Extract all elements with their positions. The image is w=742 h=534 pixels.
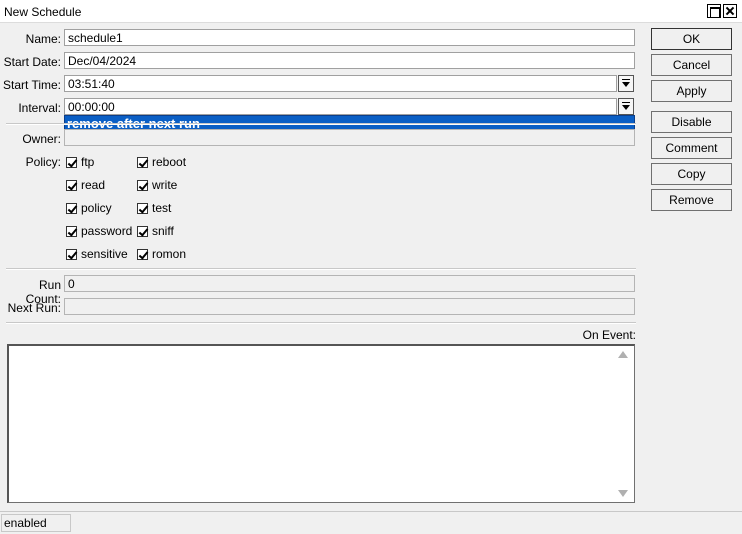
window-title: New Schedule <box>4 5 82 19</box>
policy-sensitive-checkbox[interactable]: sensitive <box>66 247 128 261</box>
next-run-field <box>64 298 635 315</box>
check-icon <box>137 225 148 237</box>
on-event-label: On Event: <box>582 328 636 342</box>
scroll-down-icon[interactable] <box>618 490 628 497</box>
policy-policy-checkbox[interactable]: policy <box>66 201 112 215</box>
cancel-button[interactable]: Cancel <box>651 54 732 76</box>
policy-read-checkbox[interactable]: read <box>66 178 105 192</box>
disable-button[interactable]: Disable <box>651 111 732 133</box>
title-bar: New Schedule <box>0 0 742 23</box>
policy-password-checkbox[interactable]: password <box>66 224 132 238</box>
check-icon <box>137 156 148 168</box>
interval-label: Interval: <box>18 101 61 115</box>
start-time-dropdown-icon[interactable] <box>618 75 634 92</box>
policy-romon-checkbox[interactable]: romon <box>137 247 186 261</box>
policy-sniff-checkbox[interactable]: sniff <box>137 224 174 238</box>
name-label: Name: <box>25 32 61 46</box>
check-icon <box>137 179 148 191</box>
check-icon <box>137 202 148 214</box>
policy-label: Policy: <box>25 155 61 169</box>
start-date-label: Start Date: <box>3 55 61 69</box>
ok-button[interactable]: OK <box>651 28 732 50</box>
remove-button[interactable]: Remove <box>651 189 732 211</box>
copy-button[interactable]: Copy <box>651 163 732 185</box>
divider <box>6 268 636 270</box>
policy-test-checkbox[interactable]: test <box>137 201 171 215</box>
next-run-label: Next Run: <box>7 301 61 315</box>
divider <box>6 123 636 125</box>
check-icon <box>66 225 77 237</box>
interval-dropdown-icon[interactable] <box>618 98 634 115</box>
owner-label: Owner: <box>22 132 61 146</box>
policy-ftp-checkbox[interactable]: ftp <box>66 155 94 169</box>
status-bar: enabled <box>0 511 742 534</box>
name-input[interactable]: schedule1 <box>64 29 635 46</box>
divider <box>6 322 636 324</box>
scroll-up-icon[interactable] <box>618 351 628 358</box>
check-icon <box>137 248 148 260</box>
apply-button[interactable]: Apply <box>651 80 732 102</box>
close-icon[interactable] <box>723 4 737 18</box>
check-icon <box>66 202 77 214</box>
policy-write-checkbox[interactable]: write <box>137 178 177 192</box>
check-icon <box>66 179 77 191</box>
on-event-textarea[interactable] <box>7 344 635 503</box>
start-date-input[interactable]: Dec/04/2024 <box>64 52 635 69</box>
start-time-input[interactable]: 03:51:40 <box>64 75 617 92</box>
check-icon <box>66 156 77 168</box>
policy-reboot-checkbox[interactable]: reboot <box>137 155 186 169</box>
check-icon <box>66 248 77 260</box>
run-count-field: 0 <box>64 275 635 292</box>
comment-button[interactable]: Comment <box>651 137 732 159</box>
maximize-icon[interactable] <box>707 4 721 18</box>
interval-input[interactable]: 00:00:00 <box>64 98 617 115</box>
status-text: enabled <box>1 514 71 532</box>
owner-field <box>64 129 635 146</box>
start-time-label: Start Time: <box>2 78 61 92</box>
schedule-window: New Schedule Name: schedule1 Start Date:… <box>0 0 742 534</box>
